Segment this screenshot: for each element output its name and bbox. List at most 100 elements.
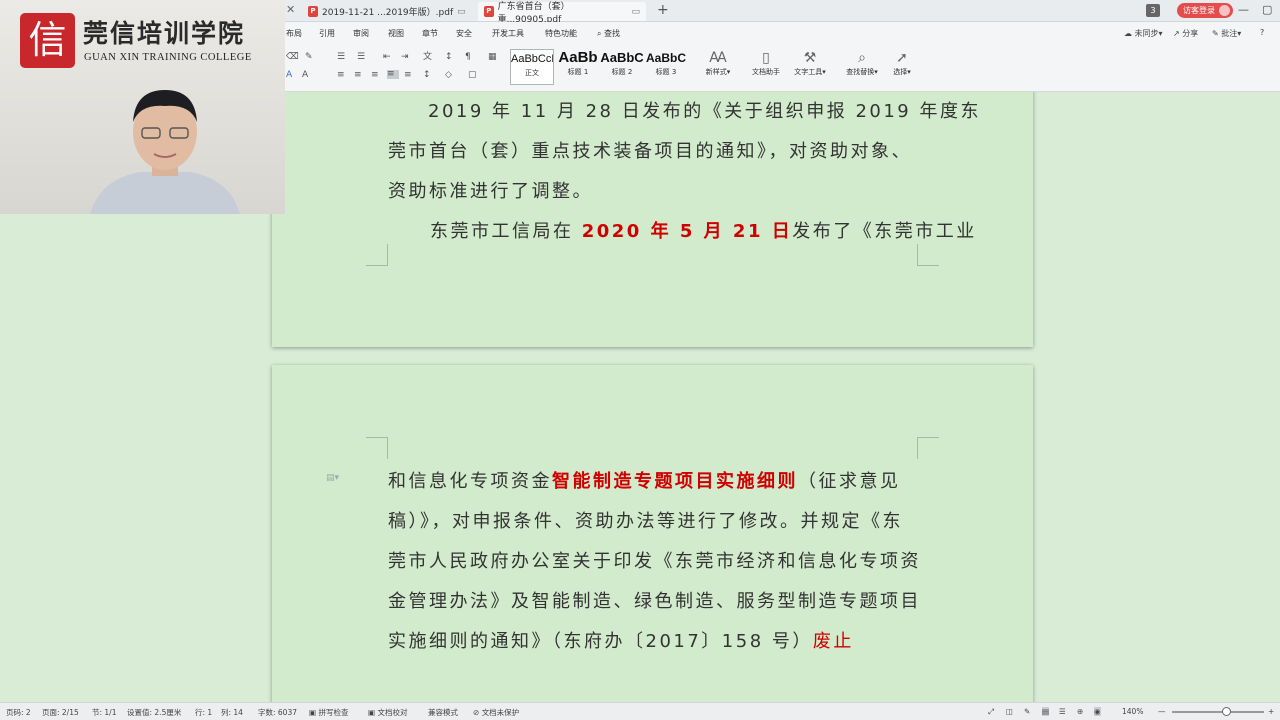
tool-label: 文字工具: [794, 68, 823, 76]
tab-pdf-guangdong[interactable]: P 广东省首台（套）重...90905.pdf ▭: [478, 2, 646, 25]
sync-button[interactable]: ☁ 未同步▾: [1124, 28, 1163, 39]
help-icon[interactable]: ?: [1260, 28, 1264, 37]
screen-icon[interactable]: ▭: [457, 7, 466, 17]
menu-developer[interactable]: 开发工具: [492, 28, 524, 39]
new-tab-button[interactable]: +: [657, 2, 669, 18]
pdf-icon: P: [308, 6, 318, 17]
style-heading-1[interactable]: AaBb 标题 1: [556, 49, 600, 85]
select-button[interactable]: ➚ 选择▾: [888, 49, 916, 77]
lock-icon: ⊘: [473, 708, 480, 717]
char-shading-icon[interactable]: A: [302, 71, 314, 80]
menu-search[interactable]: ⌕ 查找: [597, 28, 620, 39]
zoom-in-icon[interactable]: +: [1268, 707, 1274, 716]
zoom-slider-knob[interactable]: [1222, 707, 1231, 716]
paragraph-handle-icon[interactable]: ▤▾: [326, 473, 339, 483]
college-logo: 信: [20, 13, 75, 68]
tab-label: 广东省首台（套）重...90905.pdf: [497, 1, 570, 25]
menu-references[interactable]: 引用: [319, 28, 335, 39]
read-mode-icon[interactable]: ◫: [1006, 707, 1013, 716]
search-icon: ⌕: [597, 29, 602, 38]
screen-icon[interactable]: ▭: [631, 7, 640, 17]
text-run: 实施细则的通知》（东府办〔2017〕158 号）: [388, 631, 813, 652]
search-label: 查找: [604, 29, 621, 38]
login-label: 访客登录: [1183, 6, 1215, 15]
line-spacing-icon[interactable]: ↕: [423, 71, 435, 80]
numbered-list-icon[interactable]: ☰: [357, 53, 369, 62]
web-view-icon[interactable]: ⊕: [1077, 707, 1083, 716]
outdent-icon[interactable]: ⇤: [383, 53, 395, 62]
justify-icon[interactable]: ≡: [387, 70, 399, 79]
zoom-out-icon[interactable]: —: [1158, 707, 1166, 716]
show-marks-icon[interactable]: ¶: [465, 53, 477, 62]
border-icon[interactable]: ▢: [468, 71, 480, 80]
menu-layout[interactable]: 布局: [286, 28, 302, 39]
menu-view[interactable]: 视图: [388, 28, 404, 39]
bullet-list-icon[interactable]: ☰: [337, 53, 349, 62]
comment-label: 批注: [1221, 29, 1238, 38]
menu-chapter[interactable]: 章节: [422, 28, 438, 39]
doc-proof-button[interactable]: ▣ 文档校对: [368, 707, 407, 718]
document-icon: ▯: [762, 50, 770, 66]
minimize-icon[interactable]: —: [1238, 3, 1249, 16]
status-words[interactable]: 字数: 6037: [258, 707, 297, 718]
sort-icon[interactable]: ↕: [445, 53, 457, 62]
proof-icon: ▣: [368, 708, 376, 717]
text-run: 发布了《东莞市工业: [792, 221, 977, 242]
text-line: 和信息化专项资金智能制造专题项目实施细则（征求意见: [388, 462, 918, 502]
highlighted-word: 废止: [812, 631, 854, 652]
crop-mark: [366, 437, 388, 459]
style-heading-3[interactable]: AaBbC 标题 3: [644, 49, 688, 85]
chinese-layout-icon[interactable]: 文: [423, 53, 435, 62]
align-center-icon[interactable]: ≡: [354, 71, 366, 80]
tab-count-badge[interactable]: 3: [1146, 4, 1160, 17]
page-1[interactable]: 2019 年 11 月 28 日发布的《关于组织申报 2019 年度东 莞市首台…: [272, 92, 1033, 347]
menu-review[interactable]: 审阅: [353, 28, 369, 39]
style-heading-2[interactable]: AaBbC 标题 2: [600, 49, 644, 85]
text-tools-button[interactable]: ⚒ 文字工具▾: [789, 49, 831, 77]
page-2[interactable]: ▤▾ 和信息化专项资金智能制造专题项目实施细则（征求意见 稿）》，对申报条件、资…: [272, 365, 1033, 702]
menu-security[interactable]: 安全: [456, 28, 472, 39]
outline-view-icon[interactable]: ☰: [1059, 707, 1066, 716]
highlight-icon[interactable]: ✎: [305, 53, 317, 62]
text-line: 2019 年 11 月 28 日发布的《关于组织申报 2019 年度东: [428, 101, 981, 122]
page-view-icon[interactable]: ▤: [1042, 707, 1050, 716]
eraser-icon[interactable]: ⌫: [286, 53, 299, 62]
text-line: 莞市首台（套）重点技术装备项目的通知》，对资助对象、: [388, 141, 912, 162]
status-setting: 设置值: 2.5厘米: [127, 708, 182, 717]
comment-button[interactable]: ✎ 批注▾: [1212, 28, 1241, 39]
status-pages[interactable]: 页面: 2/15: [42, 707, 79, 718]
eye-protect-icon[interactable]: ◉: [1094, 707, 1101, 716]
table-icon[interactable]: ▦: [488, 53, 500, 62]
fit-icon[interactable]: ⤢: [988, 707, 994, 717]
login-button[interactable]: 访客登录: [1177, 3, 1233, 18]
spell-check-button[interactable]: ▣ 拼写检查: [309, 707, 348, 718]
crop-mark: [917, 244, 939, 266]
style-normal[interactable]: AaBbCcDd 正文: [510, 49, 554, 85]
doc-assistant-button[interactable]: ▯ 文档助手: [748, 49, 784, 77]
text-run: （征求意见: [798, 471, 901, 492]
write-mode-icon[interactable]: ✎: [1024, 707, 1030, 716]
doc-protect-button[interactable]: ⊘ 文档未保护: [473, 707, 519, 718]
sync-label: 未同步: [1134, 29, 1159, 38]
status-compat: 兼容模式: [428, 708, 458, 717]
align-left-icon[interactable]: ≡: [337, 71, 349, 80]
distribute-icon[interactable]: ≡: [404, 71, 416, 80]
find-replace-button[interactable]: ⌕ 查找替换▾: [842, 49, 882, 77]
zoom-level[interactable]: 140%: [1122, 707, 1143, 716]
indent-icon[interactable]: ⇥: [401, 53, 413, 62]
pdf-icon: P: [484, 6, 494, 17]
text-line: 实施细则的通知》（东府办〔2017〕158 号）废止: [388, 622, 918, 662]
tool-label: 选择: [893, 68, 908, 76]
shading-icon[interactable]: ◇: [445, 71, 457, 80]
status-col: 列: 14: [221, 708, 243, 717]
share-button[interactable]: ↗ 分享: [1173, 28, 1198, 39]
menu-features[interactable]: 特色功能: [545, 28, 577, 39]
zoom-slider[interactable]: [1172, 711, 1264, 713]
new-style-button[interactable]: Ꜳ 新样式▾: [702, 49, 734, 77]
tab-pdf-2019[interactable]: P 2019-11-21 ...2019年版）.pdf ▭: [302, 2, 472, 21]
close-icon[interactable]: ✕: [286, 3, 295, 16]
align-right-icon[interactable]: ≡: [371, 71, 383, 80]
font-color-icon[interactable]: A: [286, 71, 298, 80]
text-run: 和信息化专项资金: [388, 471, 552, 492]
maximize-icon[interactable]: ▢: [1262, 3, 1272, 16]
